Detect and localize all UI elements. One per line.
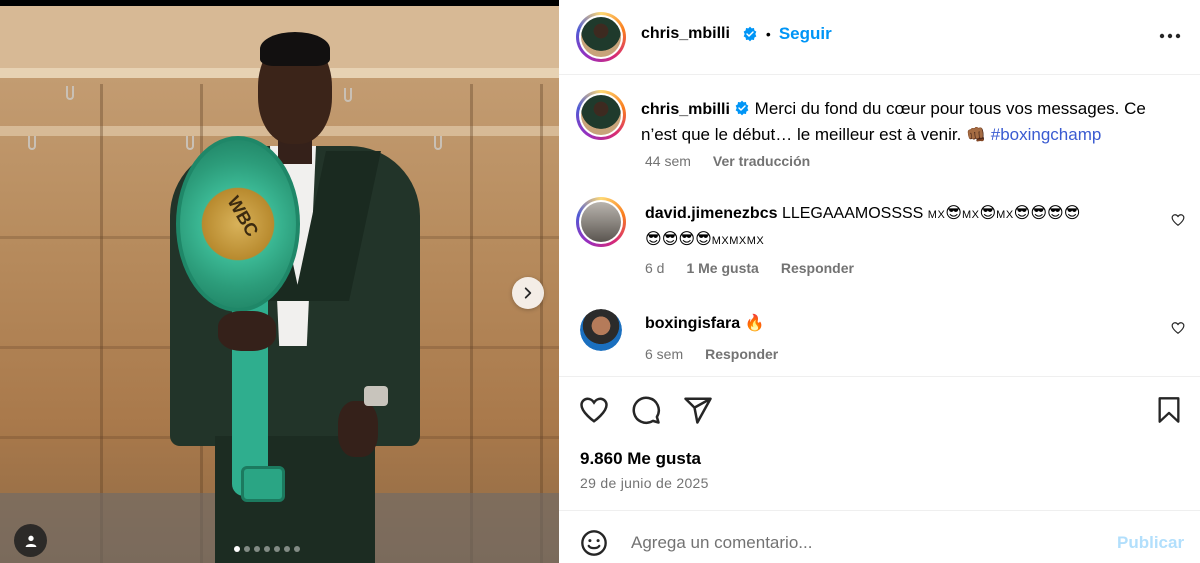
comment-likes-link[interactable]: 1 Me gusta <box>686 260 758 276</box>
author-avatar[interactable] <box>576 12 626 62</box>
caption-emoji: 👊🏾 <box>966 125 986 144</box>
comment-username[interactable]: boxingisfara <box>645 315 740 332</box>
fire-emoji: 🔥 <box>744 313 765 332</box>
publish-button[interactable]: Publicar <box>1117 533 1184 553</box>
locker-divider <box>100 84 103 563</box>
translate-link[interactable]: Ver traducción <box>713 153 810 169</box>
belt-buckle <box>241 466 285 502</box>
follow-button[interactable]: Seguir <box>779 24 832 44</box>
carousel-indicator <box>234 546 300 552</box>
comment-text: LLEGAAAMOSSSS <box>781 205 928 222</box>
comment-like-heart-icon[interactable] <box>1171 213 1185 227</box>
flag-text: MXMXMX <box>711 235 765 247</box>
comment-meta: 6 sem Responder <box>645 346 778 362</box>
hand <box>338 401 378 457</box>
comment-avatar-david[interactable] <box>576 197 626 247</box>
author-info: chris_mbilli • Seguir <box>641 24 832 44</box>
reply-button[interactable]: Responder <box>781 260 854 276</box>
carousel-dot <box>264 546 270 552</box>
caption-author-username[interactable]: chris_mbilli <box>641 101 730 118</box>
verified-icon <box>743 26 757 42</box>
comment-username[interactable]: david.jimenezbcs <box>645 205 778 222</box>
post-caption: chris_mbilli Merci du fond du cœur pour … <box>641 96 1181 147</box>
coat-hook <box>434 136 442 150</box>
comment-like-heart-icon[interactable] <box>1171 321 1185 335</box>
comment-david: david.jimenezbcs LLEGAAAMOSSSS MX😎MX😎MX😎… <box>645 201 1155 253</box>
carousel-dot <box>274 546 280 552</box>
locker-divider <box>470 84 473 563</box>
carousel-dot <box>234 546 240 552</box>
carousel-dot <box>294 546 300 552</box>
post-media[interactable]: WBC <box>0 6 559 563</box>
carousel-dot <box>254 546 260 552</box>
carousel-dot <box>284 546 290 552</box>
comment-boxingisfara: boxingisfara 🔥 <box>645 311 1155 336</box>
comment-icon[interactable] <box>631 395 661 425</box>
sunglasses-emoji: 😎 <box>661 229 679 248</box>
tagged-people-button[interactable] <box>14 524 47 557</box>
sunglasses-emoji: 😎 <box>678 229 696 248</box>
sunglasses-emoji: 😎 <box>979 203 997 222</box>
emoji-icon[interactable] <box>580 529 608 557</box>
comment-meta: 6 d 1 Me gusta Responder <box>645 260 854 276</box>
caption-hashtag-link[interactable]: #boxingchamp <box>991 125 1102 144</box>
caption-meta: 44 sem Ver traducción <box>645 153 810 169</box>
sunglasses-emoji: 😎 <box>1063 203 1081 222</box>
hand <box>218 311 276 351</box>
comment-input[interactable] <box>631 531 1101 555</box>
comment-avatar-boxingisfara[interactable] <box>580 309 622 351</box>
caption-age: 44 sem <box>645 153 691 169</box>
coat-hook <box>28 136 36 150</box>
locker-divider <box>540 84 543 563</box>
coat-hook <box>66 86 74 100</box>
share-icon[interactable] <box>683 395 713 425</box>
likes-count[interactable]: 9.860 Me gusta <box>580 449 701 469</box>
carousel-dot <box>244 546 250 552</box>
boxer-figure: WBC <box>160 26 420 563</box>
post-header: chris_mbilli • Seguir <box>559 0 1200 75</box>
author-username[interactable]: chris_mbilli <box>641 25 730 43</box>
wristwatch <box>364 386 388 406</box>
post-actions <box>579 395 713 425</box>
separator-dot: • <box>765 26 771 42</box>
sunglasses-emoji: 😎 <box>1013 203 1031 222</box>
carousel-next-button[interactable] <box>512 277 544 309</box>
comment-emoji-sequence: MX😎MX😎MX😎😎😎😎 <box>927 203 1081 222</box>
flag-text: MX <box>927 209 946 221</box>
sunglasses-emoji: 😎 <box>1030 203 1048 222</box>
flag-text: MX <box>961 209 980 221</box>
flag-text: MX <box>996 209 1014 221</box>
sunglasses-emoji: 😎 <box>695 229 712 248</box>
caption-author-avatar[interactable] <box>576 90 626 140</box>
sunglasses-emoji: 😎 <box>1047 203 1064 222</box>
post-date: 29 de junio de 2025 <box>580 475 709 491</box>
more-options-button[interactable] <box>1155 24 1185 48</box>
section-divider <box>559 376 1200 377</box>
comment-age: 6 sem <box>645 346 684 362</box>
verified-icon <box>735 100 749 116</box>
chevron-right-icon <box>524 287 532 299</box>
bookmark-icon[interactable] <box>1155 395 1183 425</box>
sunglasses-emoji: 😎 <box>645 229 662 248</box>
hair <box>260 32 330 66</box>
post-details-panel: chris_mbilli • Seguir chris_mbilli Merci… <box>559 0 1200 563</box>
heart-icon[interactable] <box>579 395 609 425</box>
person-tag-icon <box>25 535 36 547</box>
sunglasses-emoji: 😎 <box>945 203 962 222</box>
reply-button[interactable]: Responder <box>705 346 778 362</box>
comment-emoji-sequence: 😎😎😎😎MXMXMX <box>645 229 765 248</box>
comment-composer: Publicar <box>559 510 1200 563</box>
more-icon <box>1159 33 1181 39</box>
comment-age: 6 d <box>645 260 665 276</box>
